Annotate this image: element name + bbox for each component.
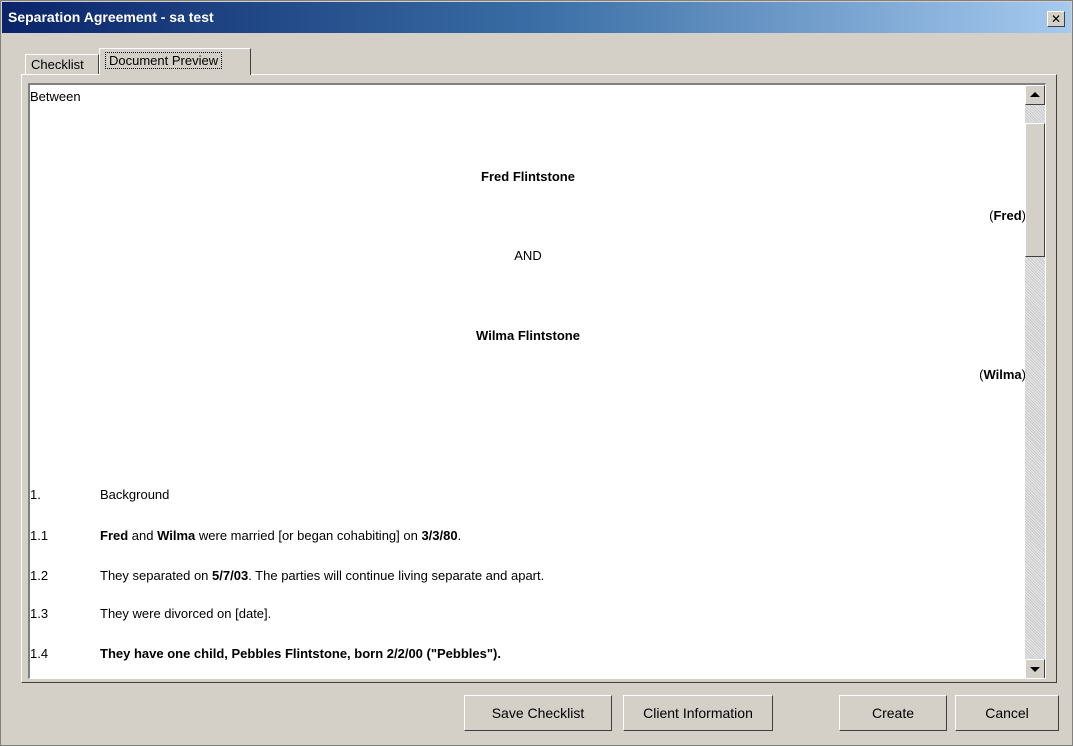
cancel-button[interactable]: Cancel — [955, 695, 1059, 731]
party1-name: Fred Flintstone — [481, 169, 575, 184]
para-number: 1.1 — [30, 528, 49, 543]
scroll-up-button[interactable] — [1025, 85, 1045, 105]
tab-checklist-label: Checklist — [31, 57, 84, 72]
window-title: Separation Agreement - sa test — [8, 9, 214, 25]
para-number: 1. — [30, 487, 41, 502]
para-text: Background — [100, 487, 170, 502]
para-text: Fred and Wilma were married [or began co… — [100, 528, 462, 543]
scroll-thumb[interactable] — [1025, 123, 1045, 257]
close-icon[interactable]: ✕ — [1047, 11, 1065, 27]
para-number: 1.3 — [30, 606, 49, 621]
para-number: 1.2 — [30, 568, 49, 583]
vertical-scrollbar[interactable] — [1025, 85, 1045, 678]
client-information-button[interactable]: Client Information — [623, 695, 773, 731]
arrow-down-icon — [1030, 667, 1040, 672]
arrow-up-icon — [1030, 92, 1040, 97]
para-text: They were divorced on [date]. — [100, 606, 272, 621]
para-text: They have one child, Pebbles Flintstone,… — [100, 646, 501, 661]
dialog-window: Separation Agreement - sa test ✕ Checkli… — [0, 0, 1073, 746]
para-text: They separated on 5/7/03. The parties wi… — [100, 568, 545, 583]
document-preview-pane[interactable]: Between Fred Flintstone (Fred) AND Wilma… — [28, 83, 1046, 679]
and-text: AND — [514, 248, 542, 263]
document-content: Between Fred Flintstone (Fred) AND Wilma… — [30, 85, 1026, 678]
create-button[interactable]: Create — [839, 695, 947, 731]
scroll-down-button[interactable] — [1025, 659, 1045, 678]
tab-checklist[interactable]: Checklist — [25, 54, 99, 74]
save-checklist-button[interactable]: Save Checklist — [464, 695, 612, 731]
between-text: Between — [30, 89, 81, 104]
title-bar[interactable]: Separation Agreement - sa test ✕ — [2, 2, 1071, 33]
tab-document-preview-label: Document Preview — [105, 52, 223, 69]
party2-name: Wilma Flintstone — [476, 328, 580, 343]
party2-short-name: (Wilma) — [979, 367, 1026, 382]
party1-short-name: (Fred) — [989, 208, 1026, 223]
para-number: 1.4 — [30, 646, 49, 661]
tab-document-preview[interactable]: Document Preview — [99, 48, 251, 75]
